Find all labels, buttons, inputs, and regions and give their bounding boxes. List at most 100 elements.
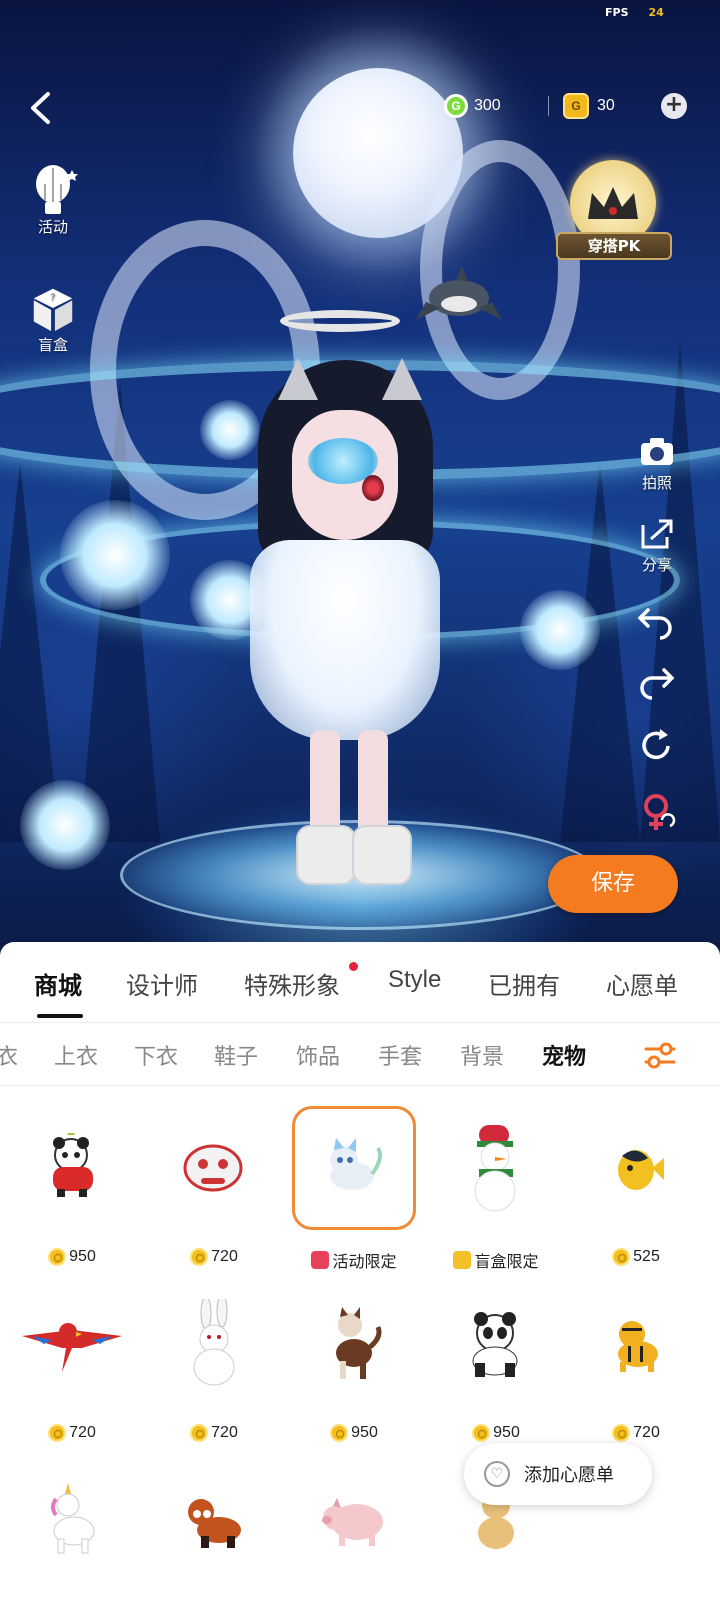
share-button[interactable]: 分享 bbox=[632, 514, 682, 575]
price-value: 盲盒限定 bbox=[474, 1254, 539, 1271]
grid-item[interactable]: 720 bbox=[144, 1272, 284, 1442]
activity-button[interactable]: 活动 bbox=[28, 164, 78, 237]
camera-icon bbox=[632, 432, 682, 472]
grid-item[interactable]: 720 bbox=[566, 1272, 706, 1442]
item-thumbnail bbox=[152, 1282, 276, 1406]
category-tops[interactable]: 上衣 bbox=[54, 1039, 98, 1071]
shoe bbox=[296, 825, 356, 885]
leg bbox=[358, 730, 388, 840]
gold-currency-amount: 30 bbox=[597, 97, 615, 114]
notification-dot bbox=[349, 962, 358, 971]
item-price: 950 bbox=[284, 1424, 424, 1442]
item-price: 720 bbox=[566, 1424, 706, 1442]
undo-button[interactable] bbox=[636, 604, 676, 640]
tab-special-avatar[interactable]: 特殊形象 bbox=[244, 966, 340, 1001]
calico-cat-icon bbox=[336, 1307, 382, 1379]
fps-counter: FPS 24 bbox=[605, 6, 664, 19]
plus-icon: + bbox=[664, 92, 684, 117]
item-thumbnail bbox=[152, 1458, 276, 1582]
activity-label: 活动 bbox=[37, 218, 68, 236]
tab-owned[interactable]: 已拥有 bbox=[488, 966, 560, 1001]
coin-icon bbox=[612, 1424, 631, 1442]
item-price: 活动限定 bbox=[284, 1248, 424, 1272]
back-button[interactable] bbox=[22, 88, 58, 128]
add-currency-button[interactable]: + bbox=[661, 93, 687, 119]
lion-dance-icon bbox=[183, 1144, 243, 1192]
coin-icon bbox=[472, 1424, 491, 1442]
item-price: 720 bbox=[144, 1248, 284, 1266]
add-to-wishlist-button[interactable]: ♡ 添加心愿单 bbox=[464, 1443, 652, 1505]
redo-button[interactable] bbox=[636, 664, 676, 700]
tab-wishlist[interactable]: 心愿单 bbox=[606, 966, 678, 1001]
dress bbox=[250, 540, 440, 740]
save-button[interactable]: 保存 bbox=[548, 855, 678, 913]
category-accessories[interactable]: 饰品 bbox=[296, 1039, 340, 1071]
item-thumbnail bbox=[292, 1282, 416, 1406]
filter-button[interactable] bbox=[640, 1037, 680, 1073]
gold-currency[interactable]: G 30 bbox=[563, 92, 615, 120]
active-tab-indicator bbox=[37, 1014, 83, 1018]
item-price: 盲盒限定 bbox=[426, 1248, 566, 1272]
grid-item[interactable] bbox=[2, 1448, 142, 1604]
grid-item[interactable]: 950 bbox=[284, 1272, 424, 1442]
grid-item[interactable] bbox=[284, 1448, 424, 1604]
tab-style[interactable]: Style bbox=[388, 966, 441, 994]
chevron-left-icon bbox=[31, 92, 50, 124]
gender-switch-button[interactable] bbox=[640, 792, 676, 834]
grid-item[interactable]: 720 bbox=[144, 1096, 284, 1266]
item-thumbnail bbox=[574, 1106, 698, 1230]
category-shoes[interactable]: 鞋子 bbox=[214, 1039, 258, 1071]
grid-item[interactable]: 720 bbox=[2, 1272, 142, 1442]
fps-value: 24 bbox=[648, 6, 664, 19]
category-pets[interactable]: 宠物 bbox=[542, 1039, 586, 1071]
halo bbox=[280, 310, 400, 332]
category-bar: 衣 上衣 下衣 鞋子 饰品 手套 背景 宠物 bbox=[0, 1022, 720, 1086]
main-tabs: 商城 设计师 特殊形象 Style 已拥有 心愿单 bbox=[0, 942, 720, 1022]
price-value: 950 bbox=[351, 1424, 378, 1441]
coin-icon bbox=[612, 1248, 631, 1266]
price-value: 720 bbox=[211, 1248, 238, 1265]
cat-ear bbox=[382, 358, 422, 400]
glow-orb bbox=[20, 780, 110, 870]
blind-box-label: 盲盒 bbox=[37, 336, 68, 354]
blind-box-button[interactable]: ? 盲盒 bbox=[28, 282, 78, 355]
grid-item[interactable]: 950 bbox=[426, 1272, 566, 1442]
event-ribbon-icon bbox=[311, 1251, 330, 1269]
coin-icon bbox=[330, 1424, 349, 1442]
green-currency[interactable]: G 300 bbox=[444, 92, 501, 120]
parrot-icon bbox=[22, 1323, 122, 1372]
category-bottoms[interactable]: 下衣 bbox=[134, 1039, 178, 1071]
grid-item[interactable]: 525 bbox=[566, 1096, 706, 1266]
coin-icon bbox=[190, 1424, 209, 1442]
undo-icon bbox=[637, 608, 672, 640]
tab-designer[interactable]: 设计师 bbox=[126, 966, 198, 1001]
outfit-pk-label: 穿搭PK bbox=[556, 232, 672, 260]
filter-sliders-icon bbox=[644, 1042, 676, 1069]
photo-button[interactable]: 拍照 bbox=[632, 432, 682, 493]
category-clothes[interactable]: 衣 bbox=[0, 1039, 18, 1071]
share-icon bbox=[632, 514, 682, 554]
price-value: 720 bbox=[211, 1424, 238, 1441]
price-value: 525 bbox=[633, 1248, 660, 1265]
snowman-icon bbox=[474, 1125, 516, 1212]
category-background[interactable]: 背景 bbox=[460, 1039, 504, 1071]
grid-item[interactable]: 盲盒限定 bbox=[426, 1096, 566, 1271]
avatar-scene bbox=[0, 0, 720, 962]
category-gloves[interactable]: 手套 bbox=[378, 1039, 422, 1071]
eye bbox=[362, 475, 384, 501]
outfit-pk-badge[interactable]: 穿搭PK bbox=[556, 160, 672, 260]
green-coin-icon: G bbox=[444, 94, 468, 118]
gold-coin-icon: G bbox=[563, 93, 589, 119]
reset-button[interactable] bbox=[636, 726, 676, 766]
grid-item[interactable]: 950 bbox=[2, 1096, 142, 1266]
price-value: 720 bbox=[69, 1424, 96, 1441]
item-thumbnail bbox=[152, 1106, 276, 1230]
price-value: 720 bbox=[633, 1424, 660, 1441]
grid-item-selected[interactable]: 活动限定 bbox=[284, 1096, 424, 1271]
blind-box-tag-icon bbox=[453, 1251, 472, 1269]
avatar-character bbox=[230, 300, 460, 900]
grid-item[interactable] bbox=[144, 1448, 284, 1604]
tab-shop[interactable]: 商城 bbox=[34, 966, 82, 1001]
share-label: 分享 bbox=[641, 556, 672, 574]
coin-icon bbox=[48, 1424, 67, 1442]
